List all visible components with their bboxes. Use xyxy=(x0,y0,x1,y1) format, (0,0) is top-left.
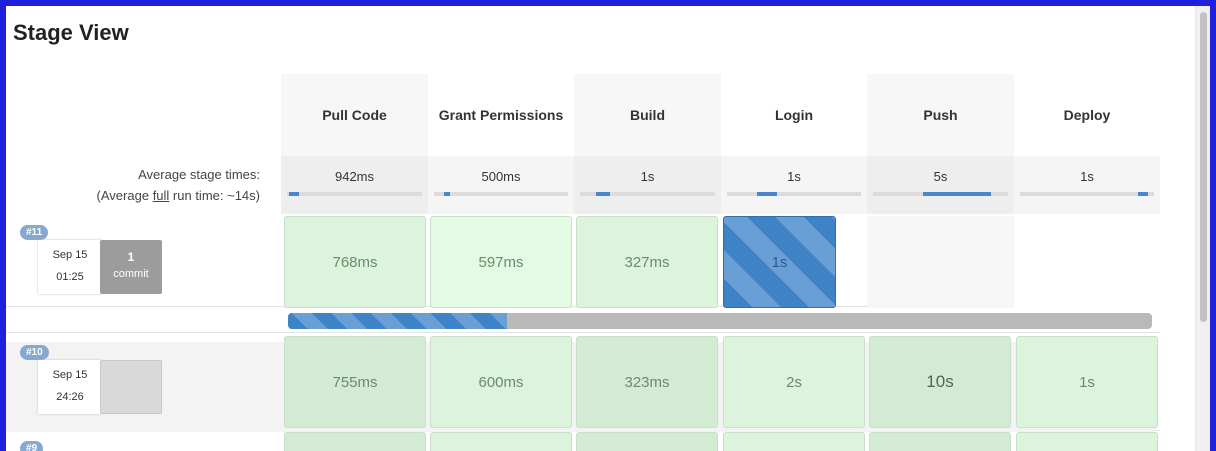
avg-time-pull-code: 942ms xyxy=(281,156,428,214)
build-number-badge[interactable]: #11 xyxy=(20,225,49,240)
stage-cell[interactable] xyxy=(869,432,1011,451)
avg-time-bar xyxy=(434,192,568,196)
stage-header-deploy[interactable]: Deploy xyxy=(1014,74,1160,156)
stage-cell-empty xyxy=(1014,216,1160,308)
commit-count: 1 xyxy=(127,250,135,264)
build-progress-bar xyxy=(288,313,1152,329)
build-number-badge[interactable]: #9 xyxy=(20,441,44,451)
stage-cell[interactable]: 323ms xyxy=(576,336,718,428)
stage-cell[interactable] xyxy=(1016,432,1158,451)
run-time: 01:25 xyxy=(56,271,84,283)
stage-cell[interactable]: 755ms xyxy=(284,336,426,428)
run-date: Sep 15 xyxy=(52,249,88,261)
avg-time-value: 5s xyxy=(933,169,948,184)
stage-cell[interactable]: 327ms xyxy=(576,216,718,308)
avg-time-push: 5s xyxy=(867,156,1014,214)
stage-cell[interactable]: 600ms xyxy=(430,336,572,428)
avg-time-value: 500ms xyxy=(481,169,521,184)
stage-cell[interactable]: 2s xyxy=(723,336,865,428)
stage-cell[interactable]: 1s xyxy=(1016,336,1158,428)
scrollbar-thumb[interactable] xyxy=(1200,12,1207,322)
stage-cell[interactable]: 10s xyxy=(869,336,1011,428)
no-changes-box[interactable] xyxy=(100,360,162,414)
commit-label: commit xyxy=(113,268,149,280)
full-run-time-link[interactable]: full xyxy=(153,188,170,203)
stage-cell[interactable] xyxy=(723,432,865,451)
stage-cell[interactable] xyxy=(284,432,426,451)
average-label-prefix: (Average xyxy=(96,188,153,203)
stage-header-pull-code[interactable]: Pull Code xyxy=(281,74,428,156)
stage-header-push[interactable]: Push xyxy=(867,74,1014,156)
avg-time-bar xyxy=(727,192,861,196)
build-progress-fill xyxy=(288,313,507,329)
run-date-box[interactable]: Sep 15 01:25 xyxy=(38,240,102,294)
stage-header-grant-permissions[interactable]: Grant Permissions xyxy=(428,74,574,156)
avg-time-bar xyxy=(287,192,422,196)
average-label-line2: (Average full run time: ~14s) xyxy=(97,185,260,206)
avg-time-value: 942ms xyxy=(334,169,375,184)
average-label-line1: Average stage times: xyxy=(138,167,260,182)
run-time: 24:26 xyxy=(56,391,84,403)
average-stage-times-label: Average stage times: (Average full run t… xyxy=(97,164,260,206)
page-title: Stage View xyxy=(13,20,129,45)
avg-time-build: 1s xyxy=(574,156,721,214)
avg-time-value: 1s xyxy=(1080,169,1094,184)
vertical-scrollbar[interactable] xyxy=(1195,6,1210,451)
avg-time-grant-permissions: 500ms xyxy=(428,156,574,214)
stage-cell-running[interactable]: 1s xyxy=(723,216,836,308)
row-divider xyxy=(6,332,1160,333)
average-label-suffix: run time: ~14s) xyxy=(169,188,260,203)
run-date: Sep 15 xyxy=(52,369,88,381)
stage-cell-empty xyxy=(867,216,1014,308)
build-number-badge[interactable]: #10 xyxy=(20,345,49,360)
avg-time-login: 1s xyxy=(721,156,867,214)
stage-cell[interactable] xyxy=(576,432,718,451)
stage-cell[interactable]: 597ms xyxy=(430,216,572,308)
stage-cell[interactable]: 768ms xyxy=(284,216,426,308)
stage-header-login[interactable]: Login xyxy=(721,74,867,156)
stage-view-frame: Stage View Pull Code Grant Permissions B… xyxy=(0,0,1216,451)
run-date-box[interactable]: Sep 15 24:26 xyxy=(38,360,102,414)
avg-time-bar xyxy=(580,192,715,196)
avg-time-value: 1s xyxy=(640,169,655,184)
avg-time-deploy: 1s xyxy=(1014,156,1160,214)
avg-time-bar xyxy=(1020,192,1154,196)
stage-header-build[interactable]: Build xyxy=(574,74,721,156)
commit-changes-button[interactable]: 1 commit xyxy=(100,240,162,294)
avg-time-value: 1s xyxy=(787,169,801,184)
stage-cell[interactable] xyxy=(430,432,572,451)
avg-time-bar xyxy=(873,192,1008,196)
